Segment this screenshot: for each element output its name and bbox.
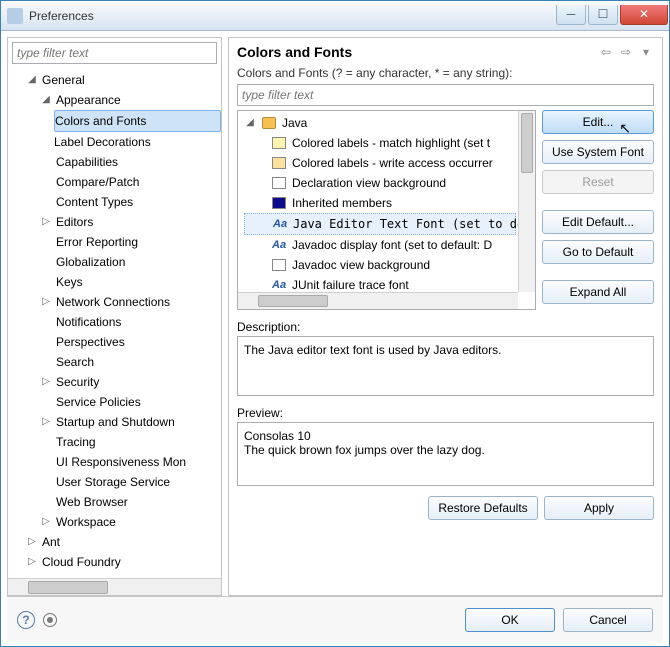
color-swatch-icon bbox=[272, 157, 286, 169]
tree-node-ant[interactable]: ▷Ant bbox=[12, 532, 221, 552]
tree-node-search[interactable]: Search bbox=[12, 352, 221, 372]
color-swatch-icon bbox=[272, 177, 286, 189]
item-junit-font[interactable]: AaJUnit failure trace font bbox=[244, 275, 516, 292]
item-javadoc-font[interactable]: AaJavadoc display font (set to default: … bbox=[244, 235, 516, 255]
tree-node-content-types[interactable]: Content Types bbox=[12, 192, 221, 212]
font-icon: Aa bbox=[272, 275, 286, 292]
tree-node-colors-fonts[interactable]: Colors and Fonts bbox=[54, 110, 221, 132]
tree-node-globalization[interactable]: Globalization bbox=[12, 252, 221, 272]
color-swatch-icon bbox=[272, 137, 286, 149]
tree-node-workspace[interactable]: ▷Workspace bbox=[12, 512, 221, 532]
item-inherited[interactable]: Inherited members bbox=[244, 193, 516, 213]
item-declaration-bg[interactable]: Declaration view background bbox=[244, 173, 516, 193]
font-color-tree[interactable]: ◢Java Colored labels - match highlight (… bbox=[237, 110, 536, 310]
edit-default-button[interactable]: Edit Default... bbox=[542, 210, 654, 234]
tree-node-general[interactable]: ◢General bbox=[12, 70, 221, 90]
tree-node-security[interactable]: ▷Security bbox=[12, 372, 221, 392]
menu-dropdown-icon[interactable]: ▾ bbox=[638, 44, 654, 60]
tree-node-user-storage[interactable]: User Storage Service bbox=[12, 472, 221, 492]
back-icon[interactable]: ⇦ bbox=[598, 44, 614, 60]
app-icon bbox=[7, 8, 23, 24]
item-colored-match[interactable]: Colored labels - match highlight (set t bbox=[244, 133, 516, 153]
preview-box: Consolas 10 The quick brown fox jumps ov… bbox=[237, 422, 654, 486]
tree-node-tracing[interactable]: Tracing bbox=[12, 432, 221, 452]
page-title: Colors and Fonts bbox=[237, 44, 598, 60]
expand-all-button[interactable]: Expand All bbox=[542, 280, 654, 304]
progress-icon[interactable] bbox=[43, 613, 57, 627]
forward-icon[interactable]: ⇨ bbox=[618, 44, 634, 60]
edit-button[interactable]: Edit...↖ bbox=[542, 110, 654, 134]
tree-node-error-reporting[interactable]: Error Reporting bbox=[12, 232, 221, 252]
font-icon: Aa bbox=[273, 214, 287, 234]
tree-node-startup[interactable]: ▷Startup and Shutdown bbox=[12, 412, 221, 432]
description-box: The Java editor text font is used by Jav… bbox=[237, 336, 654, 396]
category-panel: ◢General ◢Appearance Colors and Fonts La… bbox=[7, 37, 222, 596]
items-h-scrollbar[interactable] bbox=[238, 292, 518, 309]
restore-defaults-button[interactable]: Restore Defaults bbox=[428, 496, 538, 520]
category-tree[interactable]: ◢General ◢Appearance Colors and Fonts La… bbox=[8, 68, 221, 578]
apply-button[interactable]: Apply bbox=[544, 496, 654, 520]
tree-filter-input[interactable] bbox=[12, 42, 217, 64]
settings-panel: Colors and Fonts ⇦ ⇨ ▾ Colors and Fonts … bbox=[228, 37, 663, 596]
use-system-font-button[interactable]: Use System Font bbox=[542, 140, 654, 164]
tree-node-label-decorations[interactable]: Label Decorations bbox=[12, 132, 221, 152]
tree-node-notifications[interactable]: Notifications bbox=[12, 312, 221, 332]
color-swatch-icon bbox=[272, 197, 286, 209]
font-icon: Aa bbox=[272, 235, 286, 255]
tree-node-compare[interactable]: Compare/Patch bbox=[12, 172, 221, 192]
preferences-window: Preferences ─ ☐ ✕ ◢General ◢Appearance C… bbox=[0, 0, 670, 647]
tree-node-perspectives[interactable]: Perspectives bbox=[12, 332, 221, 352]
color-swatch-icon bbox=[272, 259, 286, 271]
tree-node-ui-responsiveness[interactable]: UI Responsiveness Mon bbox=[12, 452, 221, 472]
preview-label: Preview: bbox=[237, 406, 654, 420]
close-button[interactable]: ✕ bbox=[620, 5, 668, 25]
minimize-button[interactable]: ─ bbox=[556, 5, 586, 25]
tree-category-java[interactable]: ◢Java bbox=[244, 113, 516, 133]
help-icon[interactable]: ? bbox=[17, 611, 35, 629]
tree-node-editors[interactable]: ▷Editors bbox=[12, 212, 221, 232]
tree-node-web-browser[interactable]: Web Browser bbox=[12, 492, 221, 512]
tree-node-cloud-foundry[interactable]: ▷Cloud Foundry bbox=[12, 552, 221, 572]
tree-node-keys[interactable]: Keys bbox=[12, 272, 221, 292]
titlebar[interactable]: Preferences ─ ☐ ✕ bbox=[1, 1, 669, 31]
go-to-default-button[interactable]: Go to Default bbox=[542, 240, 654, 264]
tree-node-network[interactable]: ▷Network Connections bbox=[12, 292, 221, 312]
window-title: Preferences bbox=[29, 9, 554, 23]
description-label: Description: bbox=[237, 320, 654, 334]
folder-icon bbox=[262, 117, 276, 129]
reset-button: Reset bbox=[542, 170, 654, 194]
tree-node-capabilities[interactable]: Capabilities bbox=[12, 152, 221, 172]
ok-button[interactable]: OK bbox=[465, 608, 555, 632]
cursor-icon: ↖ bbox=[619, 120, 631, 137]
tree-node-service-policies[interactable]: Service Policies bbox=[12, 392, 221, 412]
item-colored-write[interactable]: Colored labels - write access occurrer bbox=[244, 153, 516, 173]
tree-node-appearance[interactable]: ◢Appearance bbox=[12, 90, 221, 110]
page-subtitle: Colors and Fonts (? = any character, * =… bbox=[237, 66, 654, 80]
cancel-button[interactable]: Cancel bbox=[563, 608, 653, 632]
item-java-editor-font[interactable]: AaJava Editor Text Font (set to de bbox=[244, 213, 516, 235]
maximize-button[interactable]: ☐ bbox=[588, 5, 618, 25]
tree-h-scrollbar[interactable] bbox=[8, 578, 221, 595]
items-v-scrollbar[interactable] bbox=[518, 111, 535, 292]
items-filter-input[interactable] bbox=[237, 84, 654, 106]
item-javadoc-bg[interactable]: Javadoc view background bbox=[244, 255, 516, 275]
dialog-footer: ? OK Cancel bbox=[7, 596, 663, 642]
